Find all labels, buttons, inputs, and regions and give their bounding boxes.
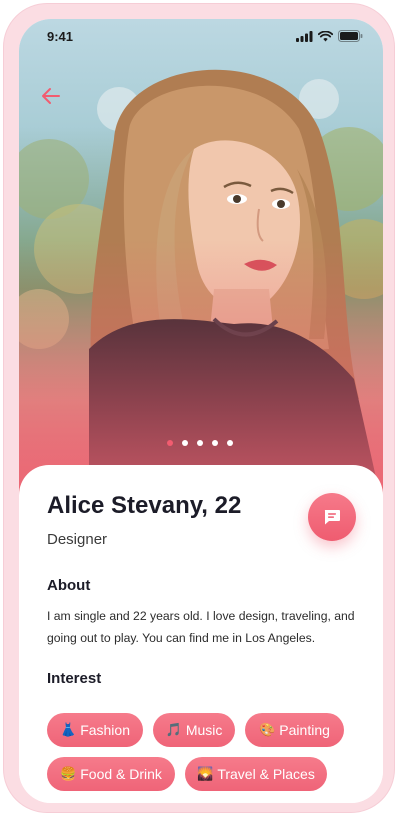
about-text: I am single and 22 years old. I love des… xyxy=(47,609,355,645)
interest-chip-food-drink[interactable]: 🍔 Food & Drink xyxy=(47,757,175,791)
carousel-dot-active[interactable] xyxy=(167,440,173,446)
device-frame: 9:41 Alice Stevany, 22 Designer About I … xyxy=(3,3,395,813)
carousel-pagination xyxy=(167,440,233,446)
interest-chip-painting[interactable]: 🎨 Painting xyxy=(245,713,344,747)
interest-chip-music[interactable]: 🎵 Music xyxy=(153,713,235,747)
arrow-left-icon xyxy=(42,88,60,104)
carousel-dot[interactable] xyxy=(197,440,203,446)
carousel-dot[interactable] xyxy=(227,440,233,446)
interest-chip-label: Food & Drink xyxy=(80,766,162,782)
interest-heading: Interest xyxy=(47,670,102,687)
interest-chip-label: Travel & Places xyxy=(217,766,315,782)
phone-screen: 9:41 Alice Stevany, 22 Designer About I … xyxy=(19,19,383,803)
music-note-icon: 🎵 xyxy=(165,722,182,738)
carousel-dot[interactable] xyxy=(212,440,218,446)
battery-icon xyxy=(338,30,363,42)
profile-name: Alice Stevany, 22 xyxy=(47,492,242,519)
about-heading: About xyxy=(47,577,91,594)
status-icons xyxy=(296,30,363,42)
profile-card: Alice Stevany, 22 Designer About I am si… xyxy=(19,465,383,803)
profile-role: Designer xyxy=(47,531,108,548)
sunrise-icon: 🌄 xyxy=(197,766,214,782)
signal-icon xyxy=(296,30,313,42)
profile-photo xyxy=(19,19,383,509)
back-button[interactable] xyxy=(39,85,63,107)
wifi-icon xyxy=(318,30,333,41)
message-icon xyxy=(324,510,340,525)
interest-chip-label: Music xyxy=(185,722,223,738)
message-button[interactable] xyxy=(308,493,356,541)
interest-chip-fashion[interactable]: 👗 Fashion xyxy=(47,713,143,747)
interest-chip-label: Painting xyxy=(279,722,330,738)
dress-icon: 👗 xyxy=(60,722,77,738)
interest-chip-travel-places[interactable]: 🌄 Travel & Places xyxy=(185,757,327,791)
burger-icon: 🍔 xyxy=(60,766,77,782)
carousel-dot[interactable] xyxy=(182,440,188,446)
status-time: 9:41 xyxy=(47,29,74,44)
palette-icon: 🎨 xyxy=(259,722,276,738)
photo-gradient-overlay xyxy=(19,19,383,509)
status-bar: 9:41 xyxy=(19,19,383,55)
interest-chip-label: Fashion xyxy=(80,722,130,738)
